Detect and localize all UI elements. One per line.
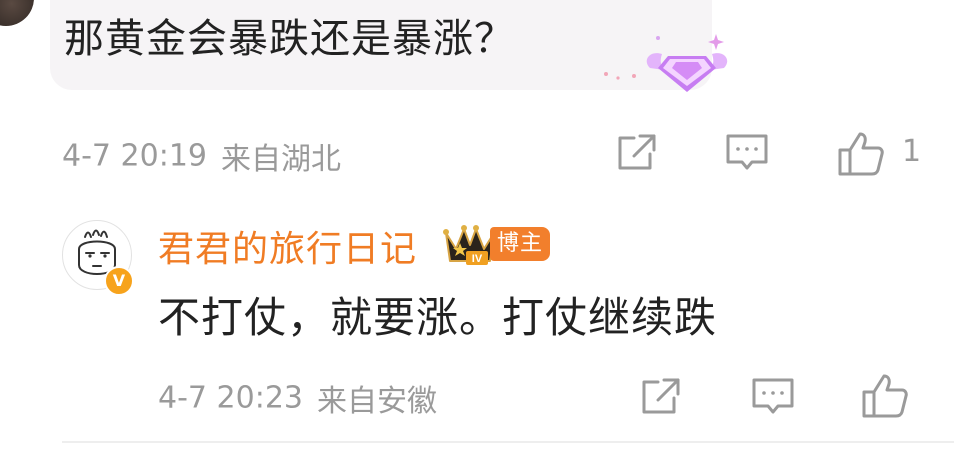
share-icon[interactable]	[638, 374, 684, 420]
reply-time: 4-7 20:23	[158, 380, 303, 416]
author-tag: 博主	[490, 227, 550, 261]
thumbs-up-icon[interactable]	[836, 128, 884, 176]
thumbs-up-icon[interactable]	[860, 370, 908, 418]
parent-meta: 4-7 20:19 来自湖北	[62, 134, 341, 178]
parent-avatar[interactable]	[0, 0, 34, 26]
reply-username[interactable]: 君君的旅行日记	[158, 220, 417, 272]
divider	[62, 441, 954, 443]
level-badge-text: IV	[472, 253, 483, 265]
parent-location: 来自湖北	[221, 142, 341, 177]
reply-location: 来自安徽	[317, 384, 437, 419]
reply-meta: 4-7 20:23 来自安徽	[158, 376, 437, 420]
share-icon[interactable]	[614, 130, 660, 176]
parent-comment-text: 那黄金会暴跌还是暴涨？	[64, 16, 515, 62]
comment-icon[interactable]	[724, 130, 770, 176]
parent-time: 4-7 20:19	[62, 138, 207, 174]
verified-badge-icon: V	[104, 266, 134, 296]
like-count: 1	[902, 134, 922, 169]
diamond-wings-badge-icon	[598, 28, 730, 98]
reply-text: 不打仗，就要涨。打仗继续跌	[158, 293, 718, 342]
comment-icon[interactable]	[750, 374, 796, 420]
